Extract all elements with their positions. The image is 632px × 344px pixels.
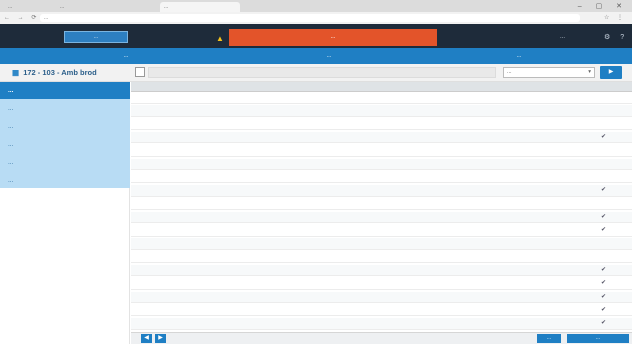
table-row[interactable]: ✔ <box>131 264 632 277</box>
check-icon: ✔ <box>601 213 607 220</box>
url-field[interactable]: ... <box>40 14 580 22</box>
table-header <box>131 82 632 92</box>
sidebar-item-3[interactable]: ... <box>0 118 130 135</box>
check-icon: ✔ <box>601 133 607 140</box>
check-icon: ✔ <box>601 187 607 194</box>
footer-button-2[interactable]: ... <box>567 334 629 343</box>
sidebar-item-6[interactable]: ... <box>0 172 130 189</box>
check-icon: ✔ <box>601 306 607 313</box>
table-row[interactable]: ✔ <box>131 185 632 197</box>
table-footer: ◀ ▶ ... ... <box>131 332 632 344</box>
check-icon: ✔ <box>601 293 607 300</box>
footer-button-1[interactable]: ... <box>537 334 561 343</box>
table-row[interactable]: ✔ <box>131 305 632 317</box>
nav-tab-2[interactable]: ... <box>252 48 406 64</box>
sidebar-item-5[interactable]: ... <box>0 154 130 171</box>
browser-tab-1[interactable]: ... <box>4 2 48 12</box>
table-row[interactable] <box>131 145 632 157</box>
grid-icon: ▦ <box>12 68 20 77</box>
table-row[interactable]: ✔ <box>131 225 632 237</box>
table-row[interactable]: ✔ <box>131 291 632 303</box>
check-icon: ✔ <box>601 266 607 273</box>
go-button[interactable]: ▶ <box>600 66 622 79</box>
table-row[interactable]: ✔ <box>131 278 632 290</box>
new-tab-button[interactable] <box>244 2 256 12</box>
sidebar-item-2[interactable]: ... <box>0 100 130 117</box>
table-row[interactable] <box>131 238 632 250</box>
table-row[interactable]: ✔ <box>131 318 632 330</box>
check-icon: ✔ <box>601 280 607 287</box>
view-select-value: ... <box>507 69 512 75</box>
table-row[interactable] <box>131 172 632 184</box>
sidebar-menu: ... ... ... ... ... ... <box>0 82 130 188</box>
next-page-button[interactable]: ▶ <box>155 334 166 343</box>
alert-banner[interactable]: ... <box>229 29 437 46</box>
nav-tab-1[interactable]: ... <box>0 48 252 64</box>
table-row[interactable] <box>131 252 632 264</box>
browser-tab-active[interactable]: ... <box>160 2 240 12</box>
nav-tab-3[interactable]: ... <box>406 48 632 64</box>
sidebar-item-4[interactable]: ... <box>0 136 130 153</box>
list-view-icon[interactable] <box>135 67 145 77</box>
address-bar-area: ← → ⟳ ... ☆ ⋮ <box>0 12 632 24</box>
table-row[interactable]: ✔ <box>131 131 632 144</box>
table-row[interactable] <box>131 119 632 131</box>
warning-icon[interactable]: ▲ <box>216 34 224 43</box>
main-nav: ... ... ... <box>0 48 632 64</box>
filter-input[interactable] <box>148 67 496 78</box>
window-controls[interactable]: – ▢ ✕ <box>578 2 628 10</box>
table-row[interactable] <box>131 198 632 210</box>
breadcrumb: ▦ 172 - 103 - Amb brod <box>12 66 97 80</box>
table-row[interactable] <box>131 105 632 117</box>
table-row[interactable] <box>131 158 632 170</box>
browser-nav-icons[interactable]: ← → ⟳ <box>4 14 39 21</box>
settings-help-icons[interactable]: ⚙ ? <box>604 33 628 41</box>
sidebar-item-1[interactable]: ... <box>0 82 130 99</box>
browser-menu-icons[interactable]: ☆ ⋮ <box>604 14 626 21</box>
table-row[interactable] <box>131 92 632 104</box>
prev-page-button[interactable]: ◀ <box>141 334 152 343</box>
breadcrumb-text: 172 - 103 - Amb brod <box>23 68 97 77</box>
check-icon: ✔ <box>601 320 607 327</box>
table-row[interactable]: ✔ <box>131 211 632 224</box>
browser-tab-2[interactable]: ... <box>56 2 108 12</box>
browser-tabbar: ... ... ... – ▢ ✕ <box>0 0 632 12</box>
chevron-down-icon: ▾ <box>588 69 591 75</box>
check-icon: ✔ <box>601 227 607 233</box>
user-label[interactable]: ... <box>560 34 565 40</box>
view-select[interactable]: ... ▾ <box>503 67 595 78</box>
app-logo[interactable]: ... <box>64 31 128 43</box>
